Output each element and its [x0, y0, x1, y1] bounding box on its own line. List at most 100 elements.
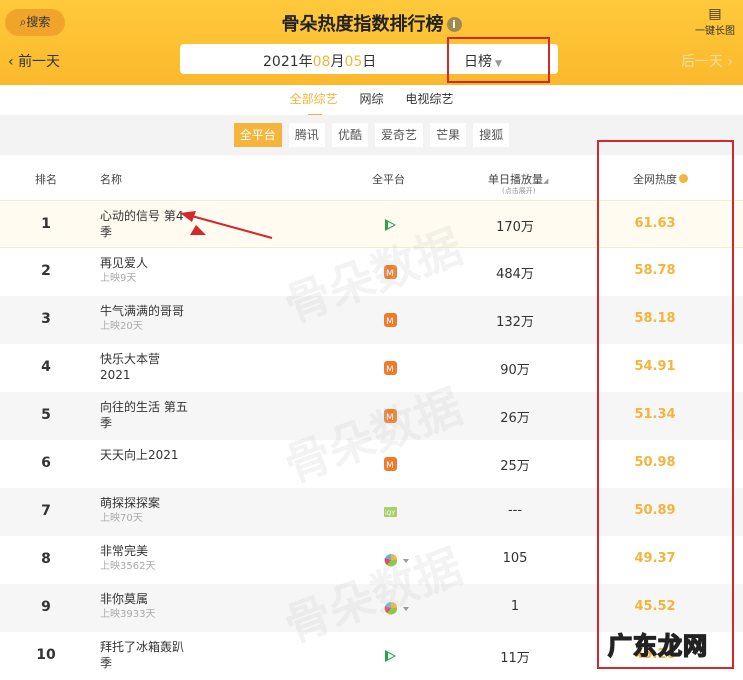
- tab-tv-variety[interactable]: 电视综艺: [405, 90, 453, 107]
- long-image-button[interactable]: ▤ 一键长图: [695, 6, 735, 37]
- heat-score: 58.78: [634, 263, 676, 278]
- svg-text:M: M: [386, 365, 394, 375]
- tab-web-variety[interactable]: 网综: [359, 90, 383, 107]
- page-title: 骨朵热度指数排行榜 i: [0, 10, 743, 36]
- daily-plays: ---: [507, 503, 523, 518]
- plays-hint: (点击展开): [502, 187, 536, 195]
- iqiyi-platform-icon: iQY: [384, 505, 397, 519]
- days-on-air: 上映3933天: [100, 609, 156, 620]
- tencent-platform-icon: [384, 218, 397, 232]
- prev-day-button[interactable]: ‹ 前一天: [8, 51, 60, 71]
- daily-plays: 26万: [500, 411, 530, 426]
- svg-text:M: M: [386, 269, 394, 279]
- sort-icon: ◢: [543, 177, 549, 185]
- mango-platform-icon: M: [384, 313, 397, 327]
- rank: 4: [41, 359, 51, 375]
- rank: 6: [41, 455, 51, 471]
- rank: 1: [41, 216, 51, 232]
- table-row[interactable]: 7 萌探探探案 上映70天 iQY --- 50.89: [0, 488, 743, 536]
- svg-text:iQY: iQY: [385, 510, 395, 517]
- heat-score: 61.63: [634, 216, 676, 231]
- table-row[interactable]: 4 快乐大本营2021 M 90万 54.91: [0, 344, 743, 392]
- chevron-down-icon: ▼: [495, 59, 502, 69]
- platform-youku[interactable]: 优酷: [331, 123, 368, 147]
- show-name[interactable]: 牛气满满的哥哥 上映20天: [100, 303, 190, 335]
- rank: 3: [41, 311, 51, 327]
- platform-mango[interactable]: 芒果: [430, 123, 467, 147]
- rank: 7: [41, 503, 51, 519]
- rank: 10: [36, 647, 56, 663]
- mango-platform-icon: M: [384, 361, 397, 375]
- heat-score: 49.37: [634, 551, 676, 566]
- platform-all[interactable]: 全平台: [233, 123, 282, 147]
- days-on-air: 上映3562天: [100, 561, 156, 572]
- svg-text:M: M: [386, 461, 394, 471]
- heat-score: 50.89: [634, 503, 676, 518]
- tencent-platform-icon: [384, 649, 397, 663]
- date-selector[interactable]: 2021年08月05日 日榜 ▼: [180, 44, 558, 74]
- daily-plays: 25万: [500, 459, 530, 474]
- chevron-right-icon: ›: [722, 54, 733, 70]
- help-icon[interactable]: [679, 174, 688, 183]
- daily-plays: 1: [510, 599, 520, 614]
- mango-platform-icon: M: [384, 409, 397, 423]
- platform-iqiyi[interactable]: 爱奇艺: [375, 123, 424, 147]
- col-name: 名称: [100, 173, 122, 186]
- table-row[interactable]: 6 天天向上2021 M 25万 50.98: [0, 440, 743, 488]
- daily-plays: 170万: [496, 220, 534, 235]
- daily-plays: 484万: [496, 267, 534, 282]
- platform-filter: 全平台 腾讯 优酷 爱奇艺 芒果 搜狐: [0, 115, 743, 155]
- rank: 5: [41, 407, 51, 423]
- days-on-air: 上映9天: [100, 273, 137, 284]
- period-dropdown[interactable]: 日榜 ▼: [464, 51, 502, 71]
- daily-plays: 90万: [500, 363, 530, 378]
- mango-platform-icon: M: [384, 265, 397, 279]
- document-icon: ▤: [708, 6, 722, 22]
- tab-all-variety[interactable]: 全部综艺: [290, 90, 338, 116]
- col-plays[interactable]: 单日播放量◢: [488, 171, 548, 187]
- mango-platform-icon: M: [384, 457, 397, 471]
- col-heat: 全网热度: [633, 171, 688, 187]
- days-on-air: 上映20天: [100, 321, 143, 332]
- show-name[interactable]: 拜托了冰箱轰趴季: [100, 639, 190, 671]
- date-display[interactable]: 2021年08月05日: [263, 51, 376, 71]
- watermark-stamp: 广东龙网: [607, 631, 708, 661]
- platform-sohu[interactable]: 搜狐: [473, 123, 510, 147]
- days-on-air: 上映70天: [100, 513, 143, 524]
- svg-text:M: M: [386, 317, 394, 327]
- header: ⌕搜索 骨朵热度指数排行榜 i ▤ 一键长图 ‹ 前一天 2021年08月05日 日…: [0, 0, 743, 85]
- table-header: 排名 名称 全平台 单日播放量◢ (点击展开) 全网热度: [0, 155, 743, 200]
- info-icon[interactable]: i: [446, 17, 462, 32]
- col-rank: 排名: [35, 173, 57, 186]
- next-day-button[interactable]: 后一天 ›: [681, 51, 733, 71]
- show-name[interactable]: 再见爱人 上映9天: [100, 255, 190, 287]
- platform-tencent[interactable]: 腾讯: [288, 123, 325, 147]
- show-name[interactable]: 天天向上2021: [100, 447, 190, 463]
- show-name[interactable]: 快乐大本营2021: [100, 351, 190, 383]
- multi-platform-icon[interactable]: [384, 553, 409, 567]
- table-row[interactable]: 8 非常完美 上映3562天 105 49.37: [0, 536, 743, 584]
- heat-score: 51.34: [634, 407, 676, 422]
- heat-score: 58.18: [634, 311, 676, 326]
- multi-platform-icon[interactable]: [384, 601, 409, 615]
- table-row[interactable]: 1 心动的信号 第4季 170万 61.63: [0, 200, 743, 248]
- daily-plays: 105: [502, 551, 528, 566]
- heat-score: 45.52: [634, 599, 676, 614]
- svg-text:M: M: [386, 413, 394, 423]
- daily-plays: 11万: [500, 651, 530, 666]
- show-name[interactable]: 非你莫属 上映3933天: [100, 591, 190, 623]
- table-row[interactable]: 9 非你莫属 上映3933天 1 45.52: [0, 584, 743, 632]
- col-platform: 全平台: [372, 173, 405, 186]
- show-name[interactable]: 心动的信号 第4季: [100, 208, 190, 240]
- rank: 8: [41, 551, 51, 567]
- show-name[interactable]: 萌探探探案 上映70天: [100, 495, 190, 527]
- show-name[interactable]: 非常完美 上映3562天: [100, 543, 190, 575]
- table-row[interactable]: 2 再见爱人 上映9天 M 484万 58.78: [0, 248, 743, 296]
- show-name[interactable]: 向往的生活 第五季: [100, 399, 190, 431]
- daily-plays: 132万: [496, 315, 534, 330]
- category-tabs: 全部综艺 网综 电视综艺: [0, 85, 743, 116]
- table-row[interactable]: 3 牛气满满的哥哥 上映20天 M 132万 58.18: [0, 296, 743, 344]
- heat-score: 54.91: [634, 359, 676, 374]
- chevron-left-icon: ‹: [8, 54, 19, 70]
- table-row[interactable]: 5 向往的生活 第五季 M 26万 51.34: [0, 392, 743, 440]
